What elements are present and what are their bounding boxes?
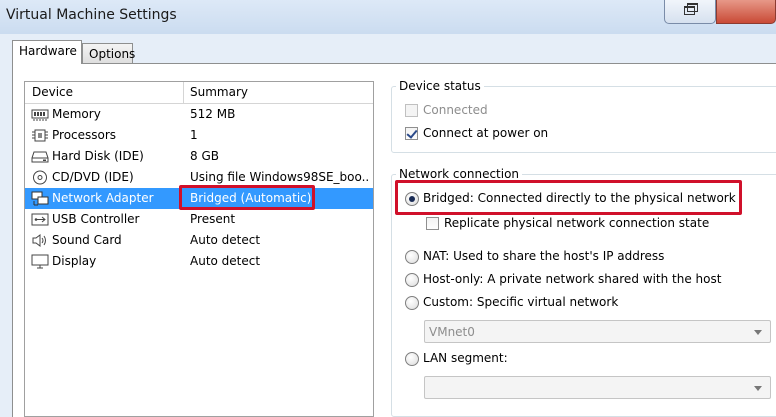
device-row-network-adapter[interactable]: Network Adapter Bridged (Automatic) [25,185,373,210]
annotation-highlight-box [395,180,742,215]
device-row-processors[interactable]: Processors 1 [25,125,373,146]
device-summary: Using file Windows98SE_boo... [190,170,370,184]
tab-options[interactable]: Options [82,43,135,65]
close-button[interactable] [716,0,776,24]
annotation-highlight-box [179,185,315,210]
device-summary: 8 GB [190,149,219,163]
title-bar: Virtual Machine Settings [0,0,776,34]
lan-segment-radio[interactable] [405,352,419,366]
device-summary: Present [190,212,236,226]
replicate-checkbox[interactable] [426,217,439,230]
custom-radio[interactable] [405,296,419,310]
custom-network-select[interactable]: VMnet0 [424,320,771,343]
nat-radio[interactable] [405,250,419,264]
processor-icon [31,128,49,143]
lan-segment-label: LAN segment: [423,351,508,365]
nat-label: NAT: Used to share the host's IP address [423,249,665,263]
usb-icon [31,212,49,227]
device-name: Network Adapter [52,191,154,205]
device-row-hard-disk[interactable]: Hard Disk (IDE) 8 GB [25,146,373,167]
device-name: Sound Card [52,233,122,247]
custom-network-value: VMnet0 [429,325,475,339]
lan-segment-select[interactable] [424,376,771,399]
host-only-radio[interactable] [405,273,419,287]
column-header-summary[interactable]: Summary [190,85,248,99]
chevron-down-icon [754,330,762,335]
device-row-sound-card[interactable]: Sound Card Auto detect [25,230,373,251]
memory-icon [31,107,49,122]
device-name: Processors [52,128,117,142]
custom-label: Custom: Specific virtual network [423,295,619,309]
device-summary: Auto detect [190,254,261,268]
device-name: Hard Disk (IDE) [52,149,144,163]
device-name: Display [52,254,97,268]
device-row-memory[interactable]: Memory 512 MB [25,104,373,125]
sound-icon [31,233,49,248]
connected-label: Connected [423,103,488,117]
chevron-down-icon [754,386,762,391]
device-name: CD/DVD (IDE) [52,170,134,184]
column-separator[interactable] [183,82,184,103]
device-summary: 512 MB [190,107,236,121]
connect-at-power-on-checkbox[interactable] [405,127,418,140]
device-summary: 1 [190,128,198,142]
network-connection-label: Network connection [396,167,523,181]
hard-disk-icon [31,149,49,164]
connected-checkbox[interactable] [405,104,418,117]
device-summary: Auto detect [190,233,261,247]
device-list-header: Device Summary [25,82,373,104]
column-header-device[interactable]: Device [32,85,73,99]
device-status-label: Device status [396,79,484,93]
device-status-group [391,86,776,153]
host-only-label: Host-only: A private network shared with… [423,272,722,286]
device-list: Device Summary Memory 512 MB Processors … [24,81,374,417]
network-adapter-icon [31,191,49,206]
device-name: Memory [52,107,101,121]
cd-dvd-icon [31,170,49,185]
device-row-usb-controller[interactable]: USB Controller Present [25,209,373,230]
window-title: Virtual Machine Settings [6,7,177,23]
restore-icon [684,3,698,15]
display-icon [31,254,49,269]
device-name: USB Controller [52,212,140,226]
connect-at-power-on-label: Connect at power on [423,126,549,140]
device-row-display[interactable]: Display Auto detect [25,251,373,272]
replicate-label: Replicate physical network connection st… [444,216,710,230]
tab-hardware[interactable]: Hardware [12,40,82,64]
restore-button[interactable] [664,0,716,24]
